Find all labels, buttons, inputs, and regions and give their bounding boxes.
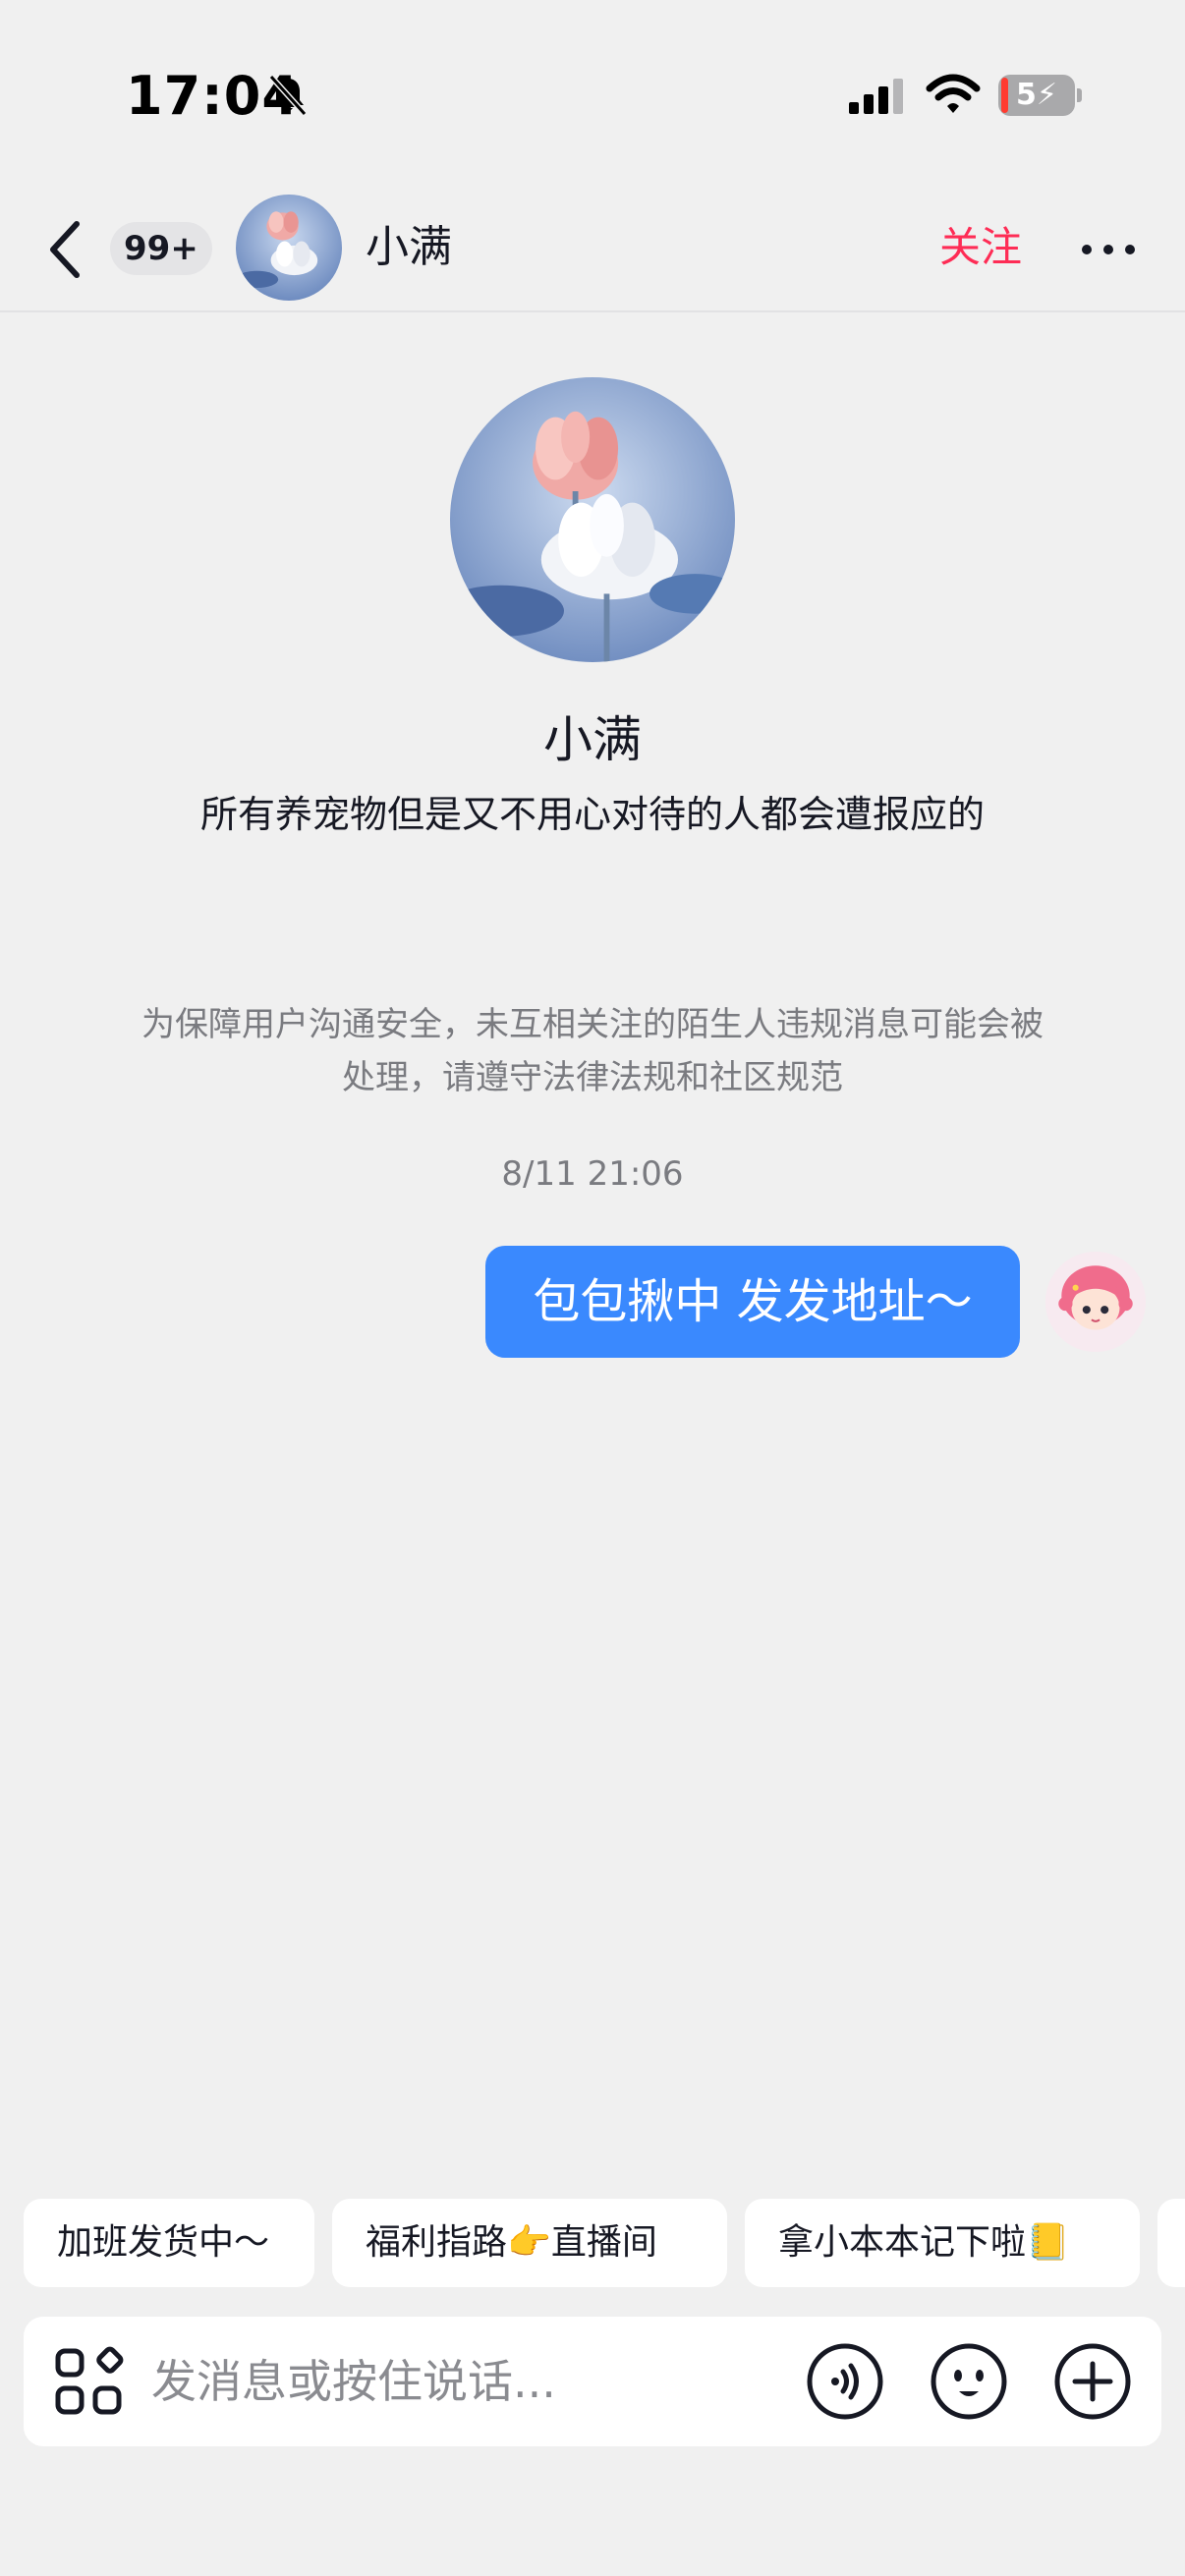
wifi-icon — [926, 74, 981, 113]
contact-avatar[interactable] — [236, 195, 342, 301]
quick-reply-bar: 加班发货中～ 福利指路👉直播间 拿小本本记下啦📒 — [0, 2199, 1185, 2287]
lotus-image — [450, 377, 735, 662]
quick-reply-chip[interactable]: 拿小本本记下啦📒 — [745, 2199, 1140, 2287]
safety-notice: 为保障用户沟通安全，未互相关注的陌生人违规消息可能会被处理，请遵守法律法规和社区… — [141, 1005, 1044, 1097]
message-timestamp: 8/11 21:06 — [501, 1154, 684, 1194]
battery-charging-icon: 5⚡ — [998, 75, 1082, 116]
quick-reply-chip-partial[interactable] — [1157, 2199, 1185, 2287]
quick-reply-chip[interactable]: 加班发货中～ — [24, 2199, 314, 2287]
bell-slash-icon — [268, 74, 308, 117]
my-avatar[interactable] — [1045, 1252, 1146, 1352]
plus-icon[interactable] — [1053, 2342, 1132, 2421]
follow-button[interactable]: 关注 — [939, 218, 1022, 277]
profile-avatar[interactable] — [450, 377, 735, 662]
anime-girl-avatar — [1045, 1252, 1146, 1352]
emoji-icon[interactable] — [930, 2342, 1008, 2421]
lotus-image — [236, 195, 342, 301]
voice-icon[interactable] — [806, 2342, 884, 2421]
status-bar: 17:04 5⚡ — [0, 0, 1185, 187]
message-input[interactable] — [151, 2336, 780, 2427]
message-bubble[interactable]: 包包揪中 发发地址～ — [485, 1246, 1020, 1358]
unread-count-badge[interactable]: 99+ — [110, 222, 212, 275]
profile-bio: 所有养宠物但是又不用心对待的人都会遭报应的 — [199, 793, 985, 836]
battery-level: 5 — [1016, 78, 1037, 112]
more-horizontal-icon[interactable] — [1077, 226, 1140, 273]
chevron-left-icon[interactable] — [43, 216, 90, 283]
message-input-bar — [24, 2317, 1161, 2446]
chat-header: 99+ 小满 关注 — [0, 187, 1185, 312]
profile-name: 小满 — [543, 711, 642, 768]
contact-name[interactable]: 小满 — [366, 218, 452, 277]
quick-reply-chip[interactable]: 福利指路👉直播间 — [332, 2199, 727, 2287]
cellular-signal-icon — [849, 79, 903, 114]
apps-icon[interactable] — [53, 2346, 124, 2417]
